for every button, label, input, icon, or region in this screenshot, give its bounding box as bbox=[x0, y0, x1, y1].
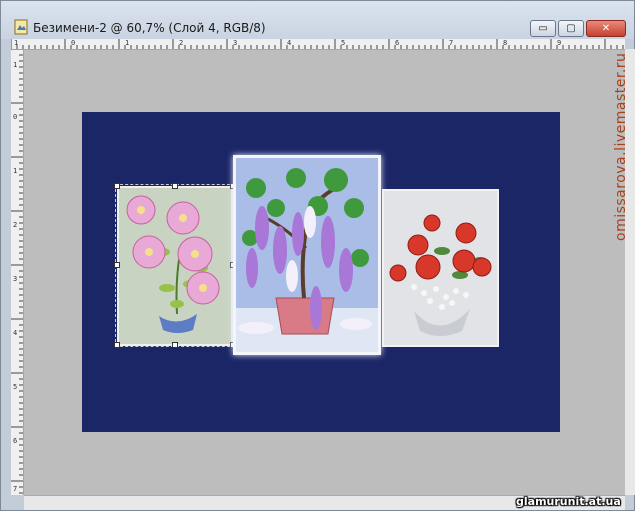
ruler-label: 6 bbox=[13, 437, 18, 445]
ruler-label: 1 bbox=[125, 39, 130, 47]
horizontal-ruler[interactable]: 1 0 1 2 3 4 5 6 7 8 9 bbox=[11, 39, 625, 50]
watermark-vertical: omissarova.livemaster.ru bbox=[613, 52, 629, 241]
pasteboard[interactable] bbox=[24, 50, 625, 495]
transform-handle[interactable] bbox=[114, 183, 120, 189]
transform-handle[interactable] bbox=[172, 183, 178, 189]
photo-wisteria-bonsai[interactable] bbox=[233, 155, 381, 355]
ruler-label: 4 bbox=[287, 39, 292, 47]
maximize-button[interactable]: ▢ bbox=[558, 20, 584, 37]
transform-handle[interactable] bbox=[172, 342, 178, 348]
ruler-label: 1 bbox=[13, 167, 18, 175]
ruler-label: 6 bbox=[395, 39, 400, 47]
window-title: Безимени-2 @ 60,7% (Слой 4, RGB/8) bbox=[33, 21, 266, 35]
horizontal-ruler-ticks bbox=[11, 39, 624, 49]
ruler-label: 1 bbox=[14, 39, 19, 47]
ruler-label: 3 bbox=[13, 275, 18, 283]
ruler-label: 2 bbox=[13, 221, 18, 229]
ruler-label: 0 bbox=[71, 39, 76, 47]
ruler-label: 2 bbox=[179, 39, 184, 47]
ruler-label: 8 bbox=[503, 39, 508, 47]
transform-handle[interactable] bbox=[114, 342, 120, 348]
title-bar[interactable]: Безимени-2 @ 60,7% (Слой 4, RGB/8) ▭ ▢ ✕ bbox=[1, 1, 634, 39]
ruler-label: 7 bbox=[449, 39, 454, 47]
ruler-label: 0 bbox=[13, 113, 18, 121]
minimize-button[interactable]: ▭ bbox=[530, 20, 556, 37]
vertical-ruler[interactable]: 1 0 1 2 3 4 5 6 7 bbox=[11, 49, 24, 495]
ruler-label: 7 bbox=[13, 485, 18, 493]
photo-red-roses[interactable] bbox=[382, 189, 499, 347]
transform-handle[interactable] bbox=[114, 262, 120, 268]
document-icon bbox=[14, 19, 28, 35]
ruler-label: 9 bbox=[557, 39, 562, 47]
close-button[interactable]: ✕ bbox=[586, 20, 626, 37]
selection-bounding-box[interactable] bbox=[115, 184, 235, 347]
document-canvas[interactable] bbox=[82, 112, 560, 432]
watermark-horizontal: glamurunit.at.ua bbox=[516, 495, 621, 508]
ruler-label: 4 bbox=[13, 329, 18, 337]
ruler-label: 5 bbox=[13, 383, 18, 391]
wisteria-image bbox=[236, 158, 378, 352]
ruler-label: 3 bbox=[233, 39, 238, 47]
photoshop-document-window: Безимени-2 @ 60,7% (Слой 4, RGB/8) ▭ ▢ ✕… bbox=[0, 0, 635, 511]
red-roses-image bbox=[384, 191, 497, 345]
ruler-label: 1 bbox=[13, 61, 18, 69]
ruler-label: 5 bbox=[341, 39, 346, 47]
